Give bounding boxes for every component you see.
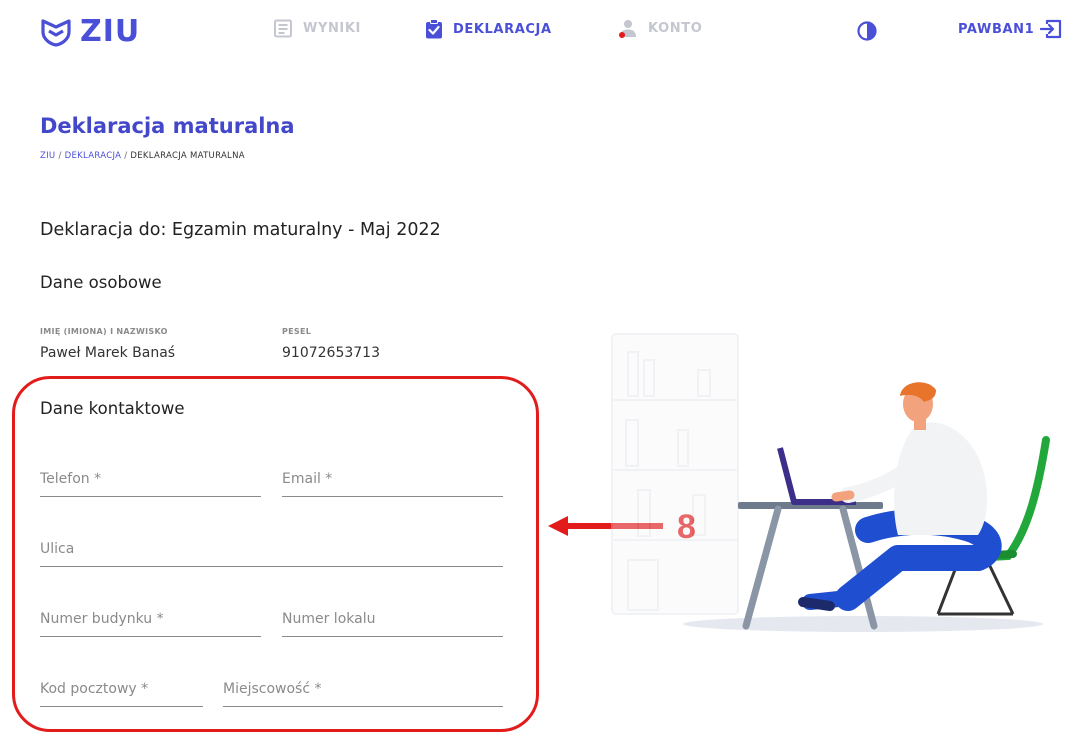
annotation-highlight-box — [12, 376, 539, 732]
name-value: Paweł Marek Banaś — [40, 345, 176, 361]
logo-icon — [41, 18, 71, 47]
nav-wyniki[interactable]: WYNIKI — [273, 19, 361, 38]
nav-deklaracja[interactable]: DEKLARACJA — [425, 19, 552, 39]
declaration-heading: Deklaracja do: Egzamin maturalny - Maj 2… — [40, 220, 441, 240]
nav-konto-label: KONTO — [648, 21, 703, 36]
breadcrumb: ZIU / DEKLARACJA / DEKLARACJA MATURALNA — [40, 151, 245, 161]
pesel-label: PESEL — [282, 327, 312, 336]
logout-icon — [1040, 19, 1062, 39]
breadcrumb-ziu[interactable]: ZIU — [40, 151, 55, 161]
results-icon — [274, 19, 292, 38]
user-icon — [619, 20, 636, 38]
personal-data-heading: Dane osobowe — [40, 273, 162, 292]
clipboard-check-icon — [426, 19, 442, 39]
nav-deklaracja-label: DEKLARACJA — [453, 21, 552, 37]
user-logout[interactable]: PAWBAN1 — [958, 19, 1062, 39]
nav-konto[interactable]: KONTO — [618, 19, 702, 38]
logo-text: ZIU — [80, 14, 141, 49]
contrast-toggle-icon[interactable] — [857, 21, 877, 41]
username: PAWBAN1 — [958, 21, 1035, 37]
page-title: Deklaracja maturalna — [40, 114, 295, 138]
app-logo[interactable]: ZIU — [40, 14, 140, 49]
breadcrumb-current: DEKLARACJA MATURALNA — [130, 151, 245, 161]
nav-wyniki-label: WYNIKI — [303, 21, 361, 36]
name-label: IMIĘ (IMIONA) I NAZWISKO — [40, 327, 168, 336]
breadcrumb-deklaracja[interactable]: DEKLARACJA — [65, 151, 122, 161]
pesel-value: 91072653713 — [282, 345, 380, 361]
person-at-laptop-illustration — [611, 333, 1050, 632]
